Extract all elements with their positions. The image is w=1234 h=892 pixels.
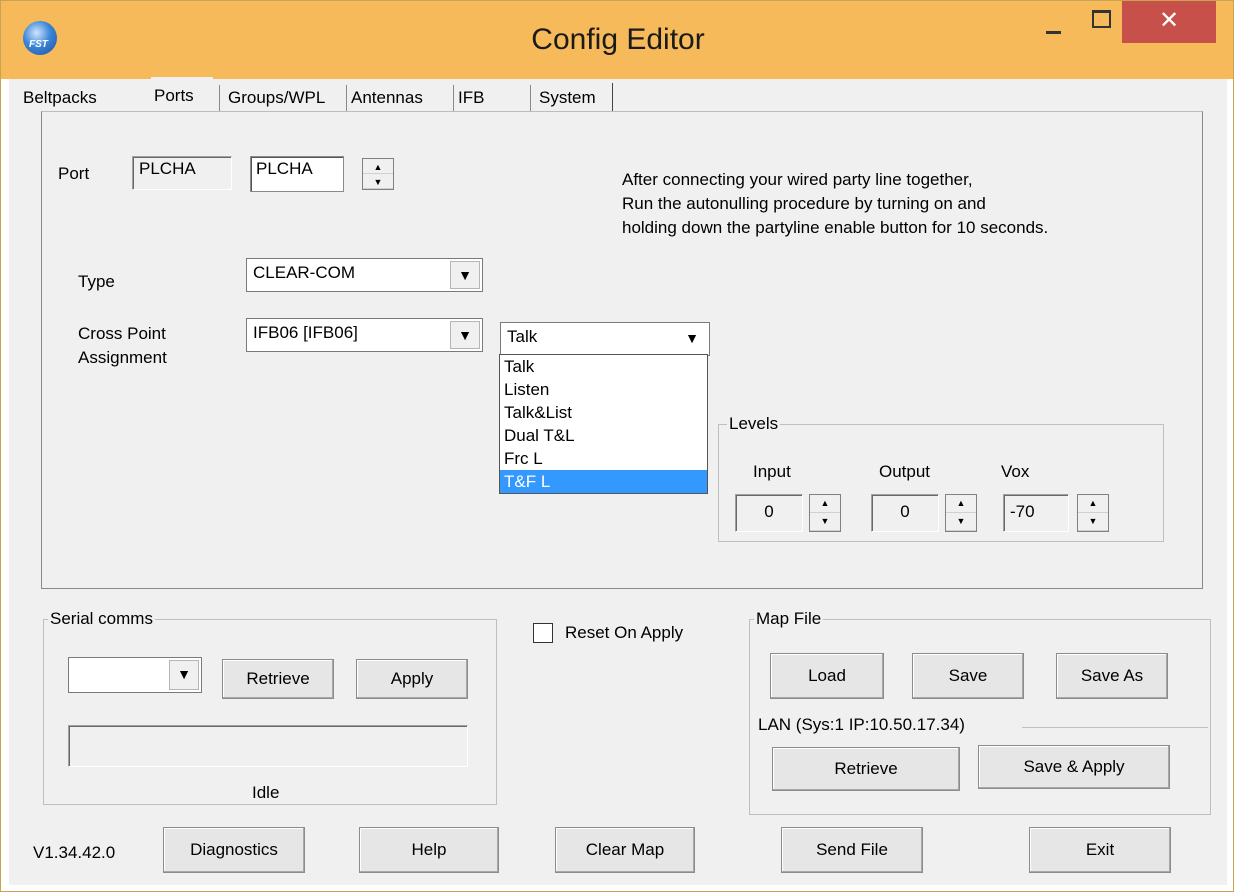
minimize-icon	[1046, 31, 1061, 34]
spin-down-icon[interactable]: ▼	[810, 513, 840, 531]
type-label: Type	[78, 272, 115, 291]
diagnostics-button[interactable]: Diagnostics	[163, 827, 305, 873]
chevron-down-icon[interactable]: ▼	[169, 660, 199, 690]
crosspoint-label-2: Assignment	[78, 348, 167, 367]
client-area: Beltpacks Ports Groups/WPL Antennas IFB …	[9, 77, 1227, 885]
dropdown-option[interactable]: Frc L	[500, 447, 707, 470]
levels-title: Levels	[729, 414, 779, 433]
crosspoint-value: IFB06 [IFB06]	[253, 323, 358, 342]
dropdown-option[interactable]: Dual T&L	[500, 424, 707, 447]
type-value: CLEAR-COM	[253, 263, 356, 282]
send-file-button[interactable]: Send File	[781, 827, 923, 873]
serial-apply-button[interactable]: Apply	[356, 659, 468, 699]
tab-ports[interactable]: Ports	[151, 77, 213, 115]
crosspoint-combo[interactable]: IFB06 [IFB06] ▼	[246, 318, 483, 352]
map-load-button[interactable]: Load	[770, 653, 884, 699]
map-save-button[interactable]: Save	[912, 653, 1024, 699]
input-level-field[interactable]: 0	[735, 494, 803, 532]
dropdown-option[interactable]: Talk	[500, 355, 707, 378]
port-edit-field[interactable]: PLCHA	[250, 156, 344, 192]
levels-group: Levels Input Output Vox 0 ▲ ▼ 0 ▲ ▼ -70 …	[718, 414, 1164, 542]
dropdown-option-selected[interactable]: T&F L	[500, 470, 707, 493]
port-spinner[interactable]: ▲ ▼	[362, 158, 394, 190]
mode-value: Talk	[507, 327, 538, 346]
input-level-spinner[interactable]: ▲ ▼	[809, 494, 841, 532]
mode-dropdown-list[interactable]: Talk Listen Talk&List Dual T&L Frc L T&F…	[499, 354, 708, 494]
ports-tab-panel: Port PLCHA PLCHA ▲ ▼ After connecting yo…	[41, 111, 1203, 589]
reset-on-apply-checkbox[interactable]	[533, 623, 553, 643]
serial-progress-bar	[68, 725, 468, 767]
spin-up-icon[interactable]: ▲	[363, 159, 393, 174]
chevron-down-icon[interactable]: ▼	[677, 325, 707, 353]
spin-up-icon[interactable]: ▲	[1078, 495, 1108, 513]
tab-divider	[219, 85, 220, 111]
output-level-spinner[interactable]: ▲ ▼	[945, 494, 977, 532]
serial-comms-group: Serial comms ▼ Retrieve Apply Idle	[43, 609, 497, 805]
output-level-field[interactable]: 0	[871, 494, 939, 532]
spin-down-icon[interactable]: ▼	[363, 174, 393, 189]
vox-level-field[interactable]: -70	[1003, 494, 1069, 532]
info-line-3: holding down the partyline enable button…	[622, 218, 1049, 237]
port-readonly-field: PLCHA	[132, 156, 232, 190]
spin-up-icon[interactable]: ▲	[946, 495, 976, 513]
minimize-button[interactable]	[1031, 1, 1077, 43]
spin-up-icon[interactable]: ▲	[810, 495, 840, 513]
dropdown-option[interactable]: Listen	[500, 378, 707, 401]
lan-title: LAN (Sys:1 IP:10.50.17.34)	[758, 715, 965, 734]
reset-on-apply-label[interactable]: Reset On Apply	[565, 623, 683, 643]
config-editor-window: FST Config Editor ✕ Beltpacks Ports Grou…	[0, 0, 1234, 892]
lan-retrieve-button[interactable]: Retrieve	[772, 747, 960, 791]
version-text: V1.34.42.0	[33, 843, 116, 862]
maximize-icon	[1092, 10, 1111, 28]
map-file-group: Map File Load Save Save As LAN (Sys:1 IP…	[749, 609, 1211, 815]
tab-divider	[530, 85, 531, 111]
serial-retrieve-button[interactable]: Retrieve	[222, 659, 334, 699]
mode-combo[interactable]: Talk ▼	[500, 322, 710, 356]
clear-map-button[interactable]: Clear Map	[555, 827, 695, 873]
help-button[interactable]: Help	[359, 827, 499, 873]
chevron-down-icon[interactable]: ▼	[450, 261, 480, 289]
crosspoint-label-1: Cross Point	[78, 324, 166, 343]
type-combo[interactable]: CLEAR-COM ▼	[246, 258, 483, 292]
info-line-1: After connecting your wired party line t…	[622, 170, 973, 189]
close-button[interactable]: ✕	[1122, 1, 1216, 43]
spin-down-icon[interactable]: ▼	[1078, 513, 1108, 531]
vox-label: Vox	[1001, 462, 1030, 481]
maximize-button[interactable]	[1077, 1, 1123, 43]
info-line-2: Run the autonulling procedure by turning…	[622, 194, 986, 213]
serial-port-combo[interactable]: ▼	[68, 657, 202, 693]
serial-comms-title: Serial comms	[50, 609, 153, 628]
port-label: Port	[58, 164, 90, 183]
map-save-as-button[interactable]: Save As	[1056, 653, 1168, 699]
lan-divider	[1022, 727, 1208, 728]
spin-down-icon[interactable]: ▼	[946, 513, 976, 531]
output-label: Output	[879, 462, 931, 481]
dropdown-option[interactable]: Talk&List	[500, 401, 707, 424]
close-icon: ✕	[1158, 7, 1180, 34]
serial-status-text: Idle	[252, 783, 280, 802]
chevron-down-icon[interactable]: ▼	[450, 321, 480, 349]
map-file-title: Map File	[756, 609, 822, 628]
tab-divider	[612, 83, 613, 113]
vox-level-spinner[interactable]: ▲ ▼	[1077, 494, 1109, 532]
tab-divider	[346, 85, 347, 111]
lan-save-apply-button[interactable]: Save & Apply	[978, 745, 1170, 789]
title-bar[interactable]: FST Config Editor ✕	[1, 1, 1233, 79]
input-label: Input	[753, 462, 791, 481]
exit-button[interactable]: Exit	[1029, 827, 1171, 873]
